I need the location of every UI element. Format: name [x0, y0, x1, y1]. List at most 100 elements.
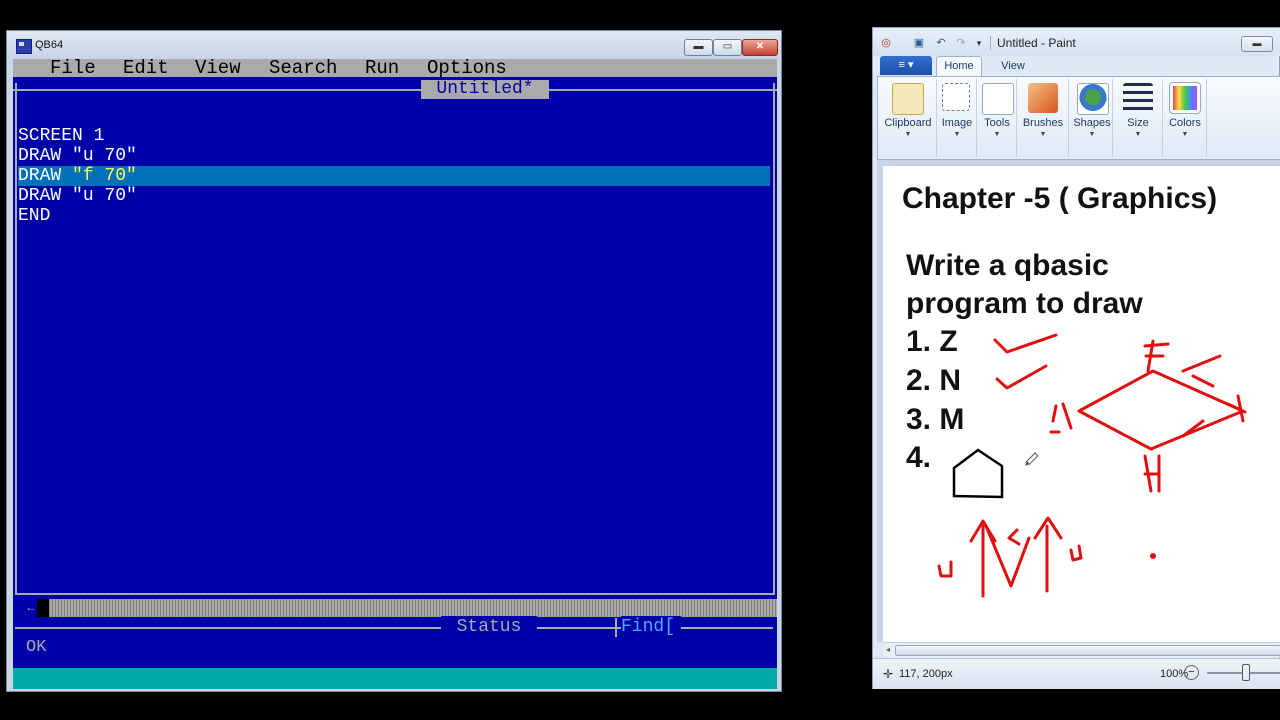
minimize-button[interactable]: ▬	[1241, 36, 1273, 52]
scroll-left-icon[interactable]: ◂	[883, 643, 893, 657]
tab-home[interactable]: Home	[936, 56, 982, 76]
cursor-position-icon: ✛	[883, 667, 894, 681]
red-arrow-drawing	[969, 519, 997, 598]
bottom-status-bar	[13, 668, 777, 689]
brushes-label: Brushes	[1022, 117, 1064, 129]
close-button[interactable]: ✕	[742, 39, 778, 56]
colors-group[interactable]: Colors ▼	[1164, 79, 1207, 157]
red-diamond-drawing	[1077, 369, 1245, 451]
chevron-down-icon: ▼	[1088, 131, 1096, 138]
zoom-out-button[interactable]: −	[1184, 665, 1199, 680]
select-icon	[942, 83, 970, 111]
paint-window: ◎ ▣ ↶ ↷ ▾ Untitled - Paint ▬ ≡ ▾ Home Vi…	[872, 27, 1280, 689]
menu-options[interactable]: Options	[427, 57, 507, 79]
code-keyword: DRAW	[18, 166, 73, 186]
redo-icon[interactable]: ↷	[955, 37, 967, 49]
menu-run[interactable]: Run	[365, 57, 399, 79]
paint-window-title: Untitled - Paint	[997, 36, 1076, 50]
red-dot	[1150, 553, 1156, 559]
menu-search[interactable]: Search	[269, 57, 337, 79]
paint-app-icon: ◎	[881, 37, 891, 49]
qb64-window: QB64 ▬ ▭ ✕ File Edit View Search Run Opt…	[6, 30, 782, 692]
maximize-button[interactable]: ▭	[713, 39, 742, 56]
code-line[interactable]: SCREEN 1	[18, 126, 770, 146]
code-line-selected[interactable]: DRAW "f 70"	[18, 166, 770, 186]
clipboard-group[interactable]: Clipboard ▼	[880, 79, 937, 157]
pencil-icon	[982, 83, 1014, 115]
paint-menu-button[interactable]: ≡ ▾	[880, 56, 932, 75]
cursor-position: 117, 200px	[899, 668, 953, 680]
brush-icon	[1028, 83, 1058, 113]
image-label: Image	[941, 117, 973, 129]
code-line[interactable]: END	[18, 206, 770, 226]
code-text: END	[18, 206, 51, 226]
scroll-thumb[interactable]	[895, 645, 1280, 656]
qb64-app-icon	[16, 39, 32, 54]
code-string: "u 70"	[72, 186, 137, 206]
pentagon-shape	[952, 448, 1004, 499]
chevron-down-icon: ▼	[1134, 131, 1142, 138]
size-label: Size	[1127, 117, 1149, 129]
pencil-cursor-icon	[1025, 452, 1039, 466]
chevron-down-icon: ▼	[993, 131, 1001, 138]
qb64-ide: File Edit View Search Run Options Untitl…	[13, 57, 777, 689]
tools-label: Tools	[984, 117, 1010, 129]
scroll-thumb[interactable]	[37, 599, 49, 617]
chevron-down-icon: ▼	[953, 131, 961, 138]
status-output: OK	[26, 638, 47, 657]
shapes-label: Shapes	[1073, 117, 1111, 129]
status-label: Status	[441, 616, 537, 638]
chevron-down-icon: ▼	[1181, 131, 1189, 138]
red-scribble	[1049, 402, 1073, 434]
checkmark-annotation	[995, 364, 1048, 390]
chevron-down-icon: ▼	[904, 131, 912, 138]
code-keyword: DRAW	[18, 186, 73, 206]
image-group[interactable]: Image ▼	[938, 79, 977, 157]
size-group[interactable]: Size ▼	[1114, 79, 1163, 157]
code-line[interactable]: DRAW "u 70"	[18, 186, 770, 206]
chevron-down-icon: ▼	[1039, 131, 1047, 138]
shapes-icon	[1077, 83, 1109, 115]
qb64-titlebar[interactable]: QB64 ▬ ▭ ✕	[7, 31, 781, 59]
customize-toolbar-icon[interactable]: ▾	[973, 37, 985, 49]
colors-icon	[1169, 82, 1201, 114]
ribbon-tabs: ≡ ▾ Home View	[873, 56, 1280, 76]
drawing-canvas[interactable]: Chapter -5 ( Graphics) Write a qbasic pr…	[883, 166, 1280, 642]
canvas-horizontal-scrollbar[interactable]: ◂	[883, 642, 1280, 657]
tools-group[interactable]: Tools ▼	[978, 79, 1017, 157]
menu-view[interactable]: View	[195, 57, 241, 79]
scroll-left-arrow-icon[interactable]: ←	[25, 599, 37, 617]
code-line[interactable]: DRAW "u 70"	[18, 146, 770, 166]
minimize-button[interactable]: ▬	[684, 39, 713, 56]
shapes-group[interactable]: Shapes ▼	[1072, 79, 1113, 157]
qb64-window-title: QB64	[35, 39, 64, 51]
code-keyword: DRAW	[18, 146, 73, 166]
menu-edit[interactable]: Edit	[123, 57, 169, 79]
clipboard-icon	[892, 83, 924, 115]
tab-view[interactable]: View	[993, 56, 1033, 76]
paint-status-bar: ✛ 117, 200px 100% −	[873, 658, 1280, 689]
find-separator	[615, 618, 617, 637]
qb64-menubar: File Edit View Search Run Options	[13, 57, 777, 79]
code-string: "f 70"	[72, 166, 137, 186]
document-title: Untitled*	[421, 80, 549, 99]
zoom-slider-thumb[interactable]	[1242, 664, 1250, 681]
editor-horizontal-scrollbar[interactable]: ←	[25, 599, 777, 617]
code-text: SCREEN 1	[18, 126, 105, 146]
find-field[interactable]: Find[	[621, 616, 682, 638]
brushes-group[interactable]: Brushes ▼	[1018, 79, 1069, 157]
clipboard-label: Clipboard	[884, 117, 932, 129]
undo-icon[interactable]: ↶	[935, 37, 947, 49]
quick-access-toolbar: ◎ ▣ ↶ ↷ ▾ Untitled - Paint ▬	[873, 28, 1280, 56]
menu-file[interactable]: File	[50, 57, 96, 79]
canvas-area: Chapter -5 ( Graphics) Write a qbasic pr…	[877, 160, 1280, 642]
toolbar-separator	[990, 36, 991, 50]
ribbon: Clipboard ▼ Image ▼ Tools ▼ Brushes ▼ Sh…	[877, 76, 1280, 160]
line-size-icon	[1123, 83, 1153, 113]
canvas-drawings	[937, 333, 1247, 598]
save-icon[interactable]: ▣	[913, 37, 925, 49]
colors-label: Colors	[1169, 117, 1201, 129]
code-string: "u 70"	[72, 146, 137, 166]
checkmark-annotation	[993, 333, 1058, 354]
red-arrow-drawing	[1033, 516, 1063, 593]
